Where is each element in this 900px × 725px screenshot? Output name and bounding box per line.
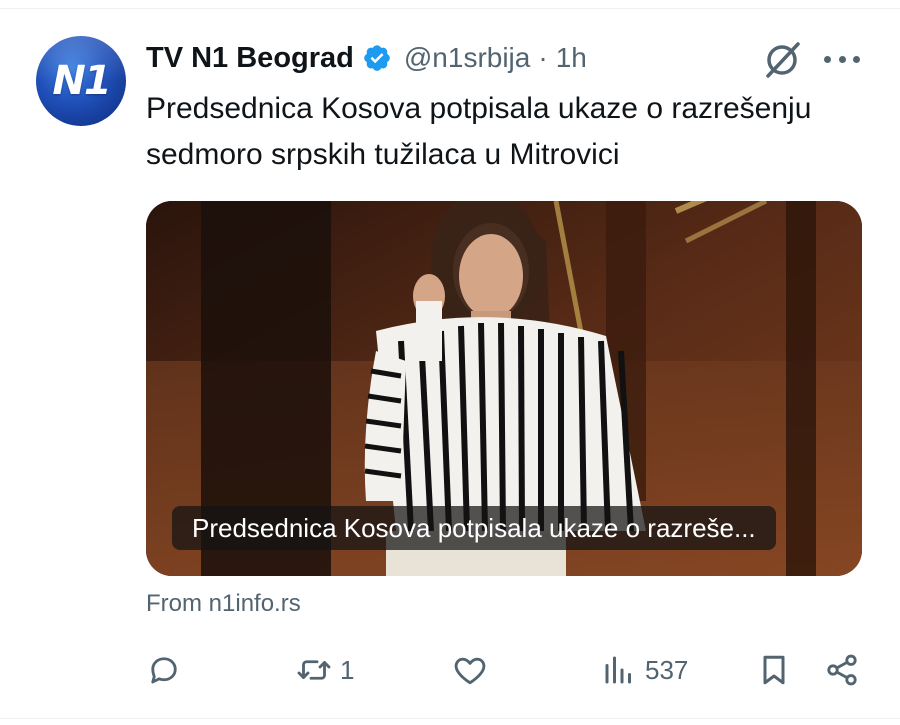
share-icon	[827, 654, 857, 686]
like-button[interactable]	[452, 648, 496, 692]
views-icon	[605, 656, 631, 684]
bookmark-button[interactable]	[756, 648, 792, 692]
card-source[interactable]: From n1info.rs	[146, 590, 301, 618]
views-count: 537	[645, 654, 689, 685]
avatar[interactable]: N1	[36, 36, 126, 126]
tweet-time[interactable]: 1h	[556, 42, 587, 74]
separator-dot: ·	[538, 42, 548, 73]
bookmark-icon	[763, 655, 785, 685]
bottom-divider	[0, 718, 900, 719]
reply-button[interactable]	[146, 648, 190, 692]
avatar-sheen	[36, 36, 126, 81]
verified-icon	[364, 45, 390, 71]
mute-icon[interactable]	[762, 40, 802, 80]
tweet-text: Predsednica Kosova potpisala ukaze o raz…	[146, 92, 812, 171]
reply-icon	[151, 657, 177, 684]
tweet-header: TV N1 Beograd @n1srbija · 1h	[146, 38, 587, 78]
views-button[interactable]: 537	[601, 648, 688, 692]
share-button[interactable]	[824, 648, 860, 692]
retweet-button[interactable]: 1	[296, 648, 354, 692]
top-divider	[0, 8, 900, 9]
more-dot	[853, 55, 860, 63]
action-bar: 1 537	[146, 648, 862, 692]
account-name[interactable]: TV N1 Beograd	[146, 42, 354, 75]
more-dot	[824, 55, 831, 63]
like-icon	[454, 657, 486, 685]
link-card[interactable]: Predsednica Kosova potpisala ukaze o raz…	[146, 201, 862, 576]
retweet-count: 1	[340, 654, 355, 685]
account-handle[interactable]: @n1srbija	[404, 42, 530, 74]
more-icon[interactable]	[824, 46, 860, 72]
card-caption: Predsednica Kosova potpisala ukaze o raz…	[172, 506, 776, 550]
more-dot	[838, 55, 846, 63]
retweet-icon	[297, 660, 331, 680]
